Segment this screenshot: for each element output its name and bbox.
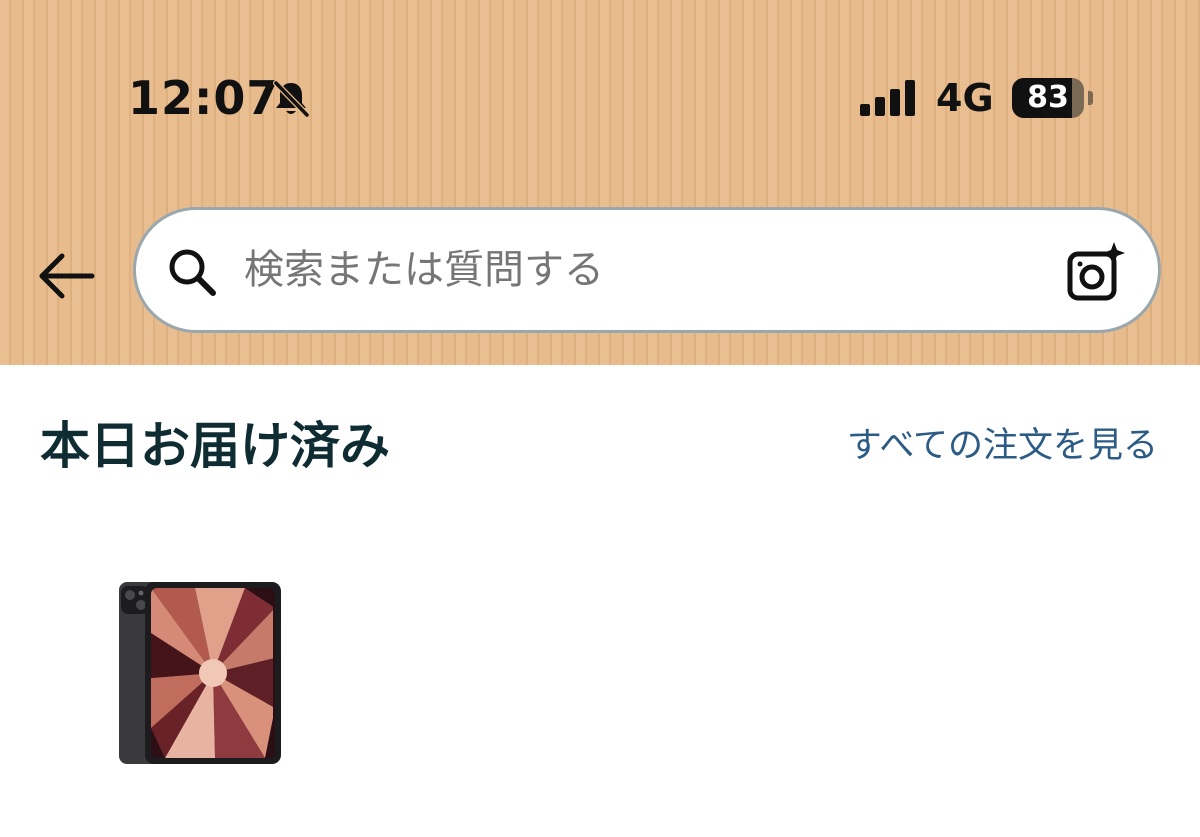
camera-icon[interactable] [1064, 240, 1128, 304]
network-type: 4G [936, 76, 994, 120]
battery-percent: 83 [1027, 80, 1069, 115]
search-input[interactable] [244, 238, 1034, 302]
search-bar[interactable] [133, 207, 1161, 333]
back-arrow-icon[interactable] [34, 248, 98, 304]
signal-icon [860, 80, 915, 116]
screen: 12:07 4G 83 検索または質問する 本日お届け済み すべての注文を見る [0, 0, 1200, 837]
header: 12:07 4G 83 [0, 0, 1200, 365]
bell-off-icon [273, 80, 310, 118]
battery-icon: 83 [1012, 78, 1093, 118]
view-all-orders-link[interactable]: すべての注文を見る [838, 420, 1158, 472]
battery-body: 83 [1012, 78, 1084, 118]
section-title: 本日お届け済み [40, 417, 390, 475]
search-icon [169, 249, 216, 296]
status-time: 12:07 [128, 71, 280, 125]
tablet-product-image[interactable] [115, 578, 283, 766]
battery-tip [1088, 91, 1093, 105]
